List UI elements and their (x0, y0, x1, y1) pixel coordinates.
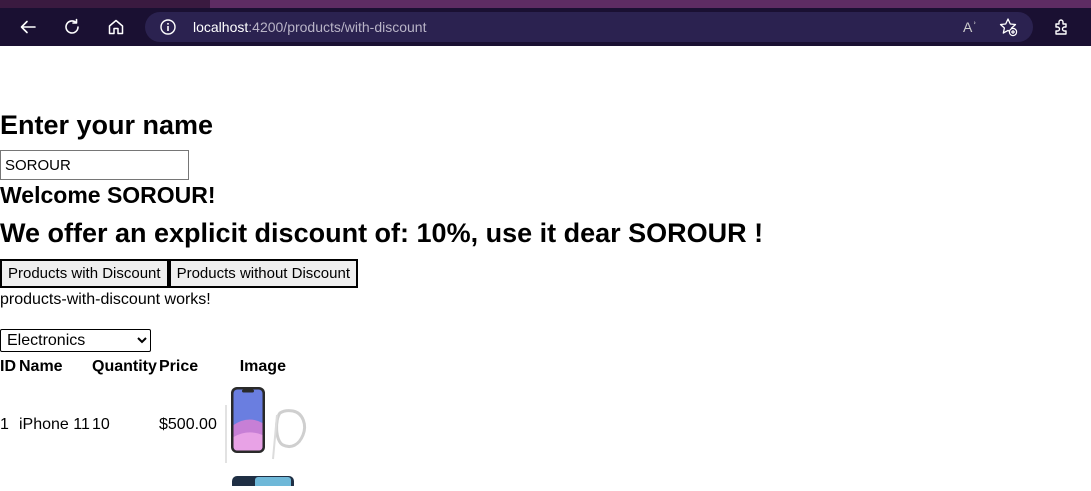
home-icon[interactable] (101, 12, 131, 42)
add-favorite-icon[interactable] (998, 17, 1018, 37)
table-row (0, 473, 309, 491)
name-input[interactable] (0, 150, 189, 180)
products-table: ID Name Quantity Price Image 1 iPhone 11… (0, 357, 309, 491)
address-bar[interactable]: localhost:4200/products/with-discount Aʾ (145, 12, 1033, 42)
header-image: Image (239, 358, 286, 375)
component-works-text: products-with-discount works! (0, 291, 211, 308)
info-icon[interactable] (159, 18, 177, 36)
back-icon[interactable] (13, 12, 43, 42)
enter-name-heading: Enter your name (0, 110, 214, 140)
welcome-heading: Welcome SOROUR! (0, 182, 216, 208)
table-row: 1 iPhone 11 10 $500.00 (0, 377, 309, 473)
header-price: Price (159, 358, 199, 375)
header-id: ID (0, 358, 16, 375)
refresh-icon[interactable] (57, 12, 87, 42)
read-aloud-icon[interactable]: Aʾ (963, 19, 977, 35)
page-content: Enter your name Welcome SOROUR! We offer… (0, 46, 1091, 490)
discount-offer-heading: We offer an explicit discount of: 10%, u… (0, 218, 764, 248)
product-image-partial (231, 476, 294, 490)
cell-id: 1 (0, 416, 9, 433)
category-select[interactable]: Electronics (0, 329, 151, 352)
table-header-row: ID Name Quantity Price Image (0, 357, 309, 377)
extensions-icon[interactable] (1047, 12, 1077, 42)
browser-toolbar: localhost:4200/products/with-discount Aʾ (0, 8, 1091, 46)
active-tab[interactable] (0, 0, 210, 8)
cell-price: $500.00 (159, 416, 217, 433)
button-row: Products with Discount Products without … (0, 259, 358, 288)
products-without-discount-button[interactable]: Products without Discount (168, 259, 358, 288)
tab-strip (0, 0, 1091, 8)
url-text[interactable]: localhost:4200/products/with-discount (193, 12, 426, 42)
header-name: Name (19, 358, 63, 375)
cell-image (216, 377, 309, 473)
cell-quantity: 10 (92, 416, 110, 433)
header-quantity: Quantity (92, 358, 157, 375)
url-host: localhost (193, 19, 249, 35)
cell-name: iPhone 11 (19, 416, 90, 433)
products-with-discount-button[interactable]: Products with Discount (0, 259, 169, 288)
url-path: :4200/products/with-discount (248, 19, 427, 35)
iphone-11-image (216, 385, 309, 465)
